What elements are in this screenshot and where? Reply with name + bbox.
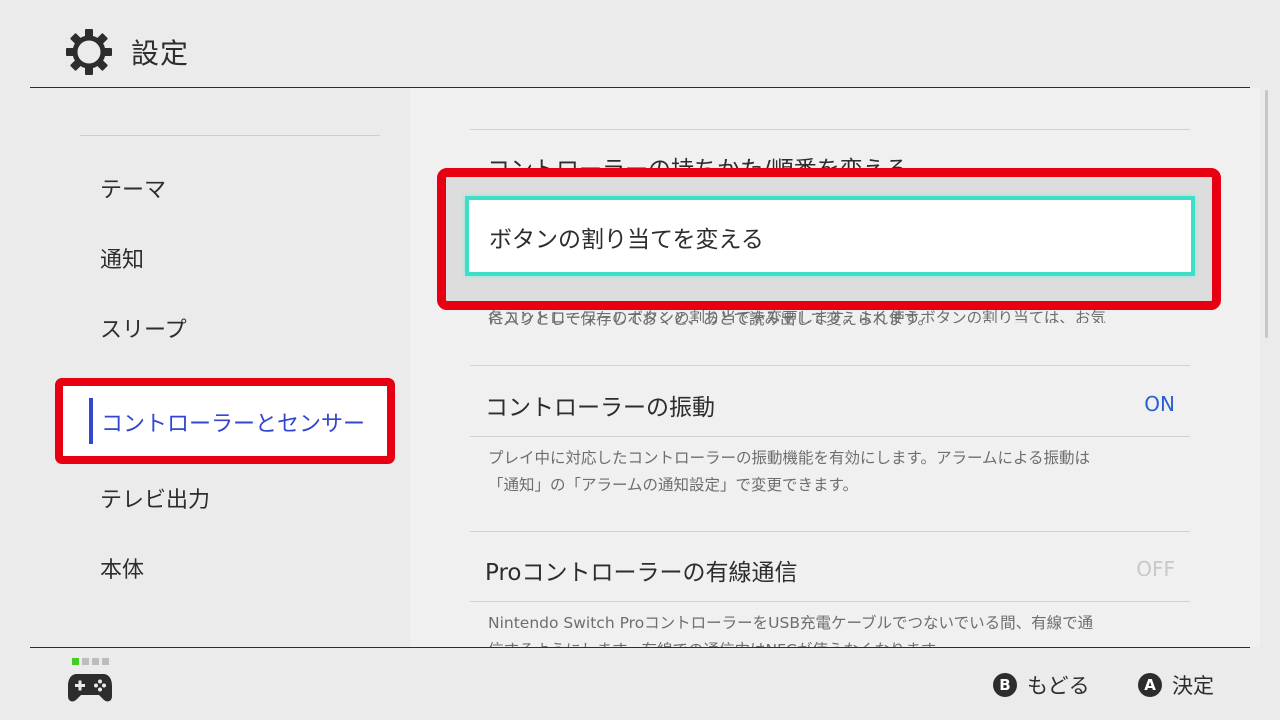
header: 設定 <box>0 0 1280 88</box>
vibration-row[interactable]: コントローラーの振動 <box>485 388 715 422</box>
back-button[interactable]: B もどる <box>993 671 1090 699</box>
sidebar-item-label: コントローラーとセンサー <box>101 412 366 437</box>
vibration-value[interactable]: ON <box>1144 392 1175 416</box>
button-mapping-desc-line2: に入りとして保存しておくと、あとで読み出して変えられます。 <box>488 310 934 328</box>
sidebar-item-sleep[interactable]: スリープ <box>100 312 187 344</box>
sidebar-divider <box>80 135 380 136</box>
vibration-desc-line1: プレイ中に対応したコントローラーの振動機能を有効にします。アラームによる振動は <box>488 449 1091 467</box>
row-divider <box>470 365 1190 366</box>
b-button-icon: B <box>993 673 1017 697</box>
row-divider <box>470 531 1190 532</box>
wired-desc-line1: Nintendo Switch ProコントローラーをUSB充電ケーブルでつない… <box>488 614 1094 632</box>
vibration-desc-line2: 「通知」の「アラームの通知設定」で変更できます。 <box>488 476 858 494</box>
row-divider <box>470 129 1190 130</box>
settings-panel: コントローラーの持ちかた/順番を変える ボタンの割り当てを変える 各コントローラ… <box>410 88 1260 647</box>
row-divider <box>470 436 1190 437</box>
pro-controller-wired-row[interactable]: Proコントローラーの有線通信 <box>485 553 798 587</box>
sidebar-item-system[interactable]: 本体 <box>100 552 144 584</box>
gear-icon <box>66 29 112 75</box>
sidebar-item-theme[interactable]: テーマ <box>100 172 166 204</box>
a-button-icon: A <box>1138 673 1162 697</box>
selection-indicator <box>89 398 93 444</box>
wired-desc-line2: 信するようにします。有線での通信中はNFCが使えなくなります。 <box>488 637 1188 647</box>
scrollbar[interactable] <box>1265 90 1268 338</box>
footer: B もどる A 決定 <box>0 648 1280 720</box>
sidebar-item-notifications[interactable]: 通知 <box>100 242 144 274</box>
sidebar: amiibo テーマ 通知 スリープ コントローラーとセンサー テレビ出力 本体 <box>0 88 410 647</box>
page-title: 設定 <box>131 37 190 70</box>
row-title: ボタンの割り当てを変える <box>489 227 764 253</box>
row-divider <box>470 601 1190 602</box>
header-divider <box>30 87 1250 88</box>
gamepad-icon <box>68 674 112 702</box>
wired-value[interactable]: OFF <box>1136 557 1175 581</box>
confirm-label: 決定 <box>1172 674 1214 698</box>
sidebar-item-tv-output[interactable]: テレビ出力 <box>100 482 210 514</box>
back-label: もどる <box>1027 674 1090 698</box>
sidebar-item-amiibo[interactable]: amiibo <box>100 88 175 93</box>
change-button-mapping-row[interactable]: ボタンの割り当てを変える <box>465 196 1195 276</box>
sidebar-item-controllers-sensors[interactable]: コントローラーとセンサー <box>55 378 395 464</box>
confirm-button[interactable]: A 決定 <box>1138 671 1214 699</box>
